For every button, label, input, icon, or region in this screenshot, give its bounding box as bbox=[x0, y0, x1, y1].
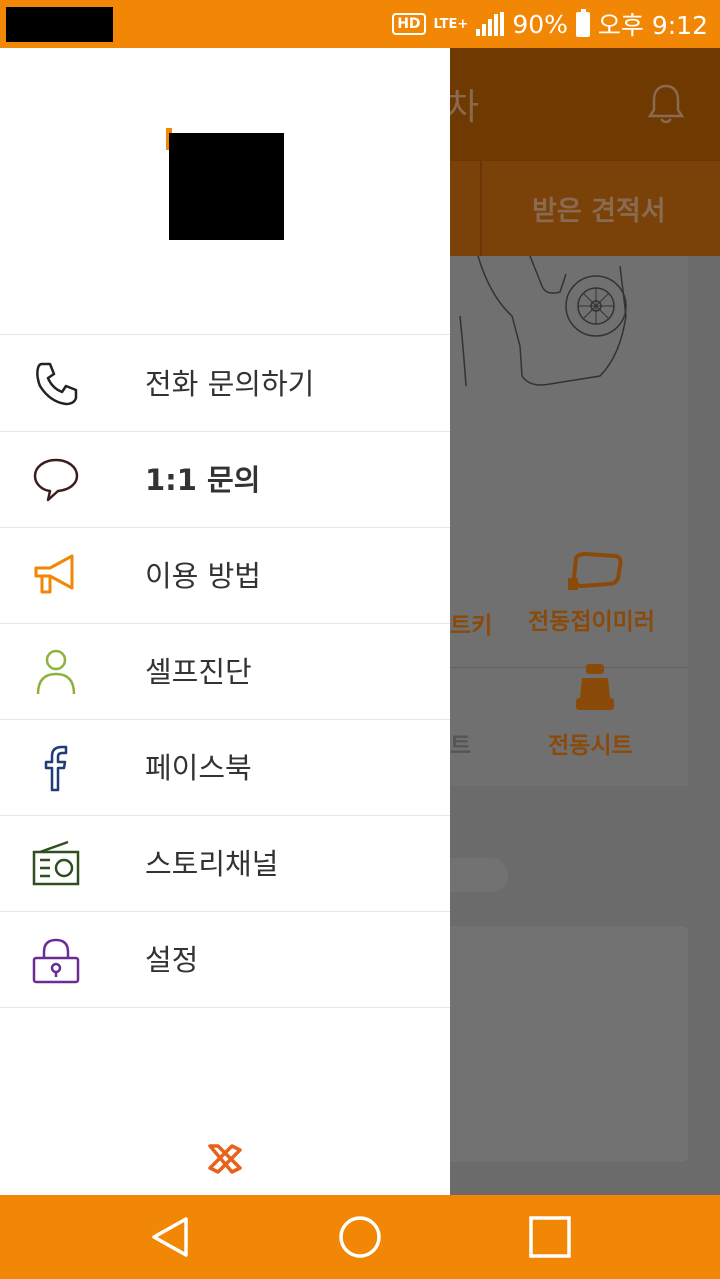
home-button[interactable] bbox=[315, 1195, 405, 1279]
background-app-card: 전동접이미러 트키 전동시트 트 bbox=[450, 256, 688, 786]
mirror-icon bbox=[568, 552, 623, 590]
background-app-header: 차 bbox=[450, 48, 720, 160]
car-illustration bbox=[459, 256, 627, 387]
feature-ventilated-seat-fragment: 트 bbox=[450, 733, 472, 759]
phone-icon bbox=[30, 360, 82, 408]
status-bar: HD LTE+ 90% 오후 9:12 bbox=[0, 0, 720, 48]
menu-item-label: 셀프진단 bbox=[145, 655, 252, 689]
battery-icon bbox=[575, 8, 590, 37]
menu-item-label: 설정 bbox=[145, 943, 199, 977]
hd-voice-icon: HD bbox=[392, 13, 426, 35]
background-app-title: 차 bbox=[450, 87, 480, 128]
back-icon bbox=[152, 1217, 188, 1257]
menu-item-self-diagnosis[interactable]: 셀프진단 bbox=[0, 624, 450, 720]
back-button[interactable] bbox=[125, 1195, 215, 1279]
navigation-drawer: 전화 문의하기 1:1 문의 이용 방법 셀프진단 페이스북 스토리채널 설정 bbox=[0, 48, 450, 1195]
profile-redacted bbox=[169, 133, 284, 240]
menu-item-label: 1:1 문의 bbox=[145, 463, 261, 497]
redacted-notification-area bbox=[6, 7, 113, 42]
card-separator bbox=[450, 667, 688, 668]
menu-item-story-channel[interactable]: 스토리채널 bbox=[0, 816, 450, 912]
menu-item-label: 스토리채널 bbox=[145, 847, 279, 881]
menu-item-settings[interactable]: 설정 bbox=[0, 912, 450, 1008]
background-app-scrim[interactable]: 차 받은 견적서 전동접이미러 트키 전동시트 트 bbox=[450, 48, 720, 1195]
system-nav-bar bbox=[0, 1195, 720, 1279]
menu-item-facebook[interactable]: 페이스북 bbox=[0, 720, 450, 816]
feature-power-folding-mirror: 전동접이미러 bbox=[528, 609, 655, 635]
feature-smart-key-fragment: 트키 bbox=[450, 613, 493, 639]
battery-percent: 90% bbox=[512, 9, 568, 39]
menu-item-label: 이용 방법 bbox=[145, 559, 261, 593]
drawer-header bbox=[0, 48, 450, 335]
menu-item-label: 전화 문의하기 bbox=[145, 367, 315, 401]
facebook-icon bbox=[30, 744, 82, 792]
clock: 오후 9:12 bbox=[597, 11, 708, 40]
background-app-tabs: 받은 견적서 bbox=[450, 160, 720, 257]
background-card-2 bbox=[450, 926, 688, 1162]
lte-icon: LTE+ bbox=[433, 16, 469, 32]
person-icon bbox=[30, 648, 82, 696]
menu-item-phone-inquiry[interactable]: 전화 문의하기 bbox=[0, 336, 450, 432]
drawer-menu: 전화 문의하기 1:1 문의 이용 방법 셀프진단 페이스북 스토리채널 설정 bbox=[0, 336, 450, 1008]
recents-button[interactable] bbox=[505, 1195, 595, 1279]
seat-icon bbox=[576, 664, 614, 710]
megaphone-icon bbox=[30, 552, 82, 600]
bell-icon bbox=[647, 84, 685, 124]
menu-item-how-to-use[interactable]: 이용 방법 bbox=[0, 528, 450, 624]
radio-icon bbox=[30, 840, 82, 888]
signal-strength-icon bbox=[476, 12, 505, 36]
lock-icon bbox=[30, 936, 82, 984]
menu-item-one-on-one-inquiry[interactable]: 1:1 문의 bbox=[0, 432, 450, 528]
home-icon bbox=[339, 1216, 381, 1258]
brand-logo-icon bbox=[208, 1144, 242, 1174]
feature-power-seat: 전동시트 bbox=[548, 733, 633, 759]
recents-icon bbox=[529, 1216, 571, 1258]
background-pill bbox=[450, 858, 508, 892]
tab-received-estimates: 받은 견적서 bbox=[532, 196, 666, 227]
menu-item-label: 페이스북 bbox=[145, 751, 252, 785]
status-indicators: HD LTE+ 90% 오후 9:12 bbox=[392, 0, 708, 48]
chat-bubble-icon bbox=[30, 456, 82, 504]
tab-divider bbox=[480, 161, 482, 257]
